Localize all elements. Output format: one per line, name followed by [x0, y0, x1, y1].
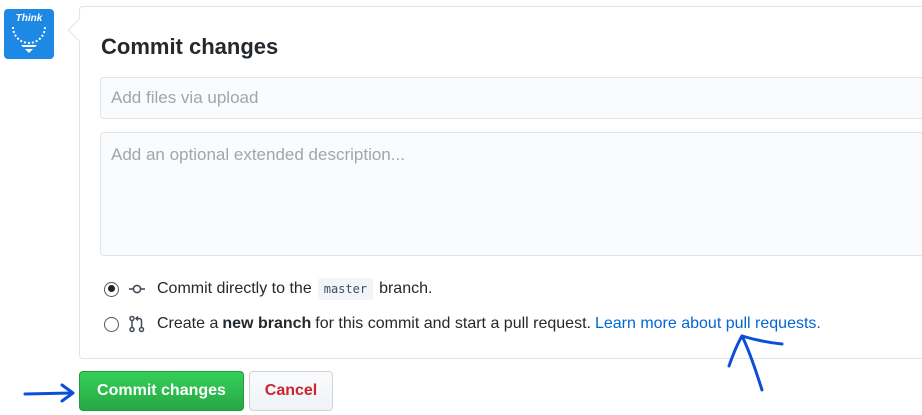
new-branch-bold: new branch — [222, 315, 312, 332]
commit-changes-button[interactable]: Commit changes — [79, 371, 244, 411]
annotation-arrow-right-icon — [23, 383, 75, 403]
commit-title: Commit changes — [101, 34, 279, 59]
new-branch-text-end: for this commit and start a pull request… — [315, 315, 591, 332]
commit-direct-radio[interactable] — [104, 281, 119, 297]
commit-summary-input[interactable] — [100, 77, 922, 119]
new-branch-text: Create a — [157, 315, 219, 332]
git-commit-icon — [129, 284, 145, 294]
git-pull-request-icon — [129, 315, 145, 333]
commit-description-input[interactable] — [100, 132, 922, 256]
pull-requests-help-link[interactable]: Learn more about pull requests. — [595, 315, 821, 333]
avatar-logo-text: Think — [15, 13, 43, 24]
new-branch-radio[interactable] — [104, 316, 119, 332]
commit-direct-text: Commit directly to the — [157, 280, 312, 297]
cancel-button[interactable]: Cancel — [249, 371, 333, 411]
avatar[interactable]: Think — [4, 9, 54, 59]
branch-name: master — [317, 278, 374, 300]
new-branch-option[interactable]: Create a new branch for this commit and … — [104, 315, 821, 333]
commit-direct-text-end: branch. — [379, 280, 433, 297]
commit-direct-option[interactable]: Commit directly to the master branch. — [104, 278, 432, 300]
